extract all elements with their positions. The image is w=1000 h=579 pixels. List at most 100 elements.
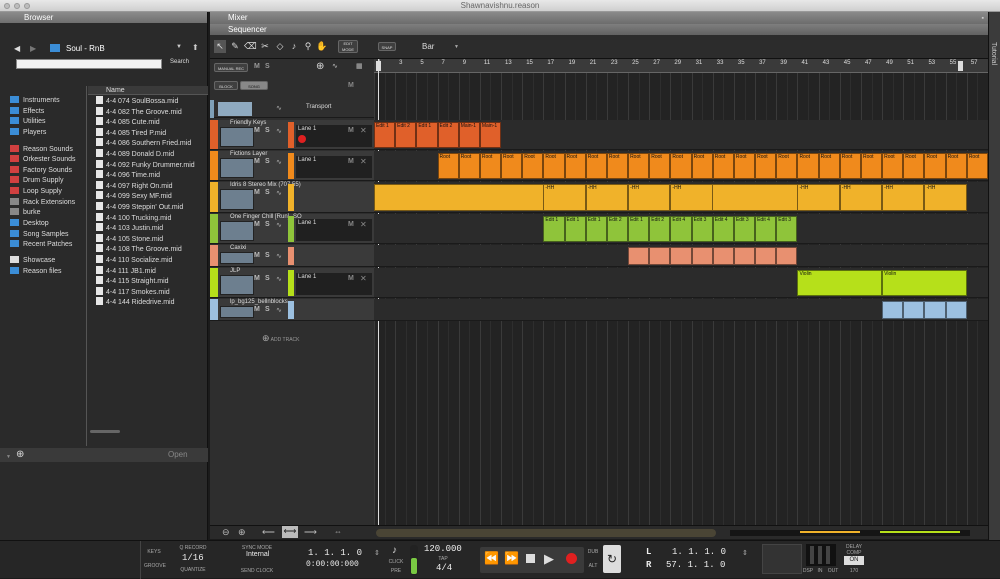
clip[interactable]: -HH — [882, 184, 925, 211]
automation-icon[interactable]: ∿ — [332, 62, 338, 70]
list-item[interactable]: 4-4 097 Right On.mid — [96, 180, 173, 191]
speaker-tool-icon[interactable]: ♪ — [288, 40, 300, 53]
solo-button[interactable]: S — [265, 306, 270, 313]
sidebar-item[interactable]: Showcase — [10, 256, 55, 266]
mute-tool-icon[interactable]: ◇ — [274, 40, 286, 53]
rewind-icon[interactable]: ⏪ — [484, 551, 499, 565]
clip[interactable]: Root — [733, 153, 756, 179]
open-button[interactable]: Open — [168, 450, 188, 459]
automation-icon[interactable]: ∿ — [276, 189, 282, 197]
clip[interactable]: Main-1 — [458, 122, 480, 148]
clip[interactable]: Root — [585, 153, 607, 179]
solo-button[interactable]: S — [265, 189, 270, 196]
record-enable-icon[interactable] — [298, 135, 306, 143]
dub-button[interactable]: DUB — [586, 549, 600, 555]
clip[interactable]: Root — [458, 153, 480, 179]
track-lane[interactable]: -HH -HH -HH -HH -HH -HH -HH -HH — [374, 182, 988, 213]
list-item[interactable]: 4-4 117 Smokes.mid — [96, 286, 170, 297]
track-name[interactable]: Caxixi — [230, 245, 246, 251]
clip[interactable]: Edit 2 — [649, 216, 671, 242]
clip[interactable]: Violin — [797, 270, 883, 296]
solo-button[interactable]: S — [265, 252, 270, 259]
lane-mute-button[interactable]: M — [348, 221, 354, 228]
forward-arrow-icon[interactable]: ▶ — [30, 44, 36, 53]
track-lane[interactable] — [374, 245, 988, 267]
stop-icon[interactable] — [526, 554, 535, 563]
sidebar-item[interactable]: Loop Supply — [10, 187, 62, 197]
device-thumbnail-icon[interactable] — [220, 221, 254, 241]
clip[interactable] — [712, 247, 734, 265]
click-label[interactable]: CLICK — [386, 559, 406, 565]
solo-button[interactable]: S — [265, 127, 270, 134]
groove-label[interactable]: GROOVE — [144, 563, 166, 569]
lane-mute-button[interactable]: M — [348, 127, 354, 134]
list-item[interactable]: 4-4 082 The Groove.mid — [96, 106, 182, 117]
right-nudge-icon[interactable]: ⟶ — [304, 527, 317, 538]
mixer-header[interactable]: Mixer ▪ — [210, 12, 988, 24]
hand-tool-icon[interactable]: ✋ — [316, 40, 328, 53]
fast-forward-icon[interactable]: ⏩ — [504, 551, 519, 565]
sequencer-header[interactable]: Sequencer — [210, 24, 988, 35]
chevron-down-icon[interactable]: ▼ — [454, 44, 459, 50]
clip[interactable]: Edit 4 — [670, 216, 692, 242]
mute-button[interactable]: M — [254, 127, 260, 134]
clip[interactable]: Root — [479, 153, 502, 179]
clip[interactable]: Root — [797, 153, 819, 179]
device-thumbnail-icon[interactable] — [220, 127, 254, 147]
track-name[interactable]: Fictions Layer — [230, 151, 267, 157]
track-name[interactable]: JLP — [230, 268, 240, 274]
horizontal-scrollbar[interactable] — [376, 529, 716, 537]
edit-mode-button[interactable]: EDIT MODE — [338, 40, 358, 53]
clip[interactable]: Edit 2 — [606, 216, 629, 242]
list-item[interactable]: 4-4 074 SoulBossa.mid — [96, 96, 178, 106]
search-button[interactable]: Search — [170, 59, 189, 65]
zoom-out-icon[interactable]: ⊖ — [222, 527, 230, 538]
device-thumbnail-icon[interactable] — [220, 306, 254, 318]
list-item[interactable]: 4-4 144 Ridedrive.mid — [96, 297, 174, 307]
sidebar-item[interactable]: Effects — [10, 107, 44, 117]
sync-mode-value[interactable]: Internal — [246, 551, 269, 558]
clip[interactable]: Edit 4 — [712, 216, 734, 242]
left-nudge-icon[interactable]: ⟵ — [262, 527, 275, 538]
delete-lane-icon[interactable]: ✕ — [360, 220, 367, 229]
clip[interactable]: Edit 1 — [585, 216, 607, 242]
time-signature[interactable]: 4/4 — [436, 563, 452, 573]
clip[interactable]: Root — [606, 153, 629, 179]
click-level-slider[interactable] — [410, 545, 418, 575]
mute-button[interactable]: M — [254, 306, 260, 313]
mute-button[interactable]: M — [254, 189, 260, 196]
clip[interactable]: -HH — [670, 184, 713, 211]
track-name[interactable]: lp_bg125_bellnblocks — [230, 299, 288, 305]
clip[interactable]: Edit 1 — [628, 216, 650, 242]
clip[interactable] — [649, 247, 671, 265]
pre-label[interactable]: PRE — [386, 568, 406, 574]
block-button[interactable]: BLOCK — [214, 81, 238, 90]
delete-lane-icon[interactable]: ✕ — [360, 126, 367, 135]
clip[interactable] — [882, 301, 904, 319]
clip[interactable]: Violin — [882, 270, 967, 296]
clip[interactable]: Edit 4 — [755, 216, 777, 242]
clip[interactable]: Root — [501, 153, 523, 179]
automation-icon[interactable]: ∿ — [276, 158, 282, 166]
list-item[interactable]: 4-4 115 Straight.mid — [96, 276, 169, 286]
keys-label[interactable]: KEYS — [144, 549, 164, 555]
clip[interactable]: Root — [564, 153, 586, 179]
clip[interactable]: Edit 3 — [691, 216, 713, 242]
list-item[interactable]: 4-4 099 Steppin' Out.mid — [96, 202, 183, 212]
device-thumbnail-icon[interactable] — [220, 158, 254, 178]
fit-icon[interactable]: ⟷ — [282, 526, 298, 538]
clip[interactable]: -HH — [924, 184, 967, 211]
device-thumbnail-icon[interactable] — [220, 189, 254, 210]
list-item[interactable]: 4-4 092 Funky Drummer.mid — [96, 159, 195, 170]
track-header[interactable]: One Finger Chill [Run] -SO M S ∿ Lane 1 M ✕ — [210, 214, 374, 244]
add-track-button[interactable]: ⊕ ADD TRACK — [262, 333, 299, 344]
delete-lane-icon[interactable]: ✕ — [360, 274, 367, 283]
clip[interactable] — [924, 301, 946, 319]
automation-icon[interactable]: ∿ — [276, 127, 282, 135]
metronome-icon[interactable]: ♪ — [392, 545, 397, 556]
track-name[interactable]: Friendly Keys — [230, 120, 266, 126]
list-item[interactable]: 4-4 096 Time.mid — [96, 170, 160, 180]
sidebar-item[interactable]: Drum Supply — [10, 176, 63, 186]
pencil-tool-icon[interactable]: ✎ — [229, 40, 241, 53]
collapse-icon[interactable]: ▼ — [6, 454, 11, 460]
